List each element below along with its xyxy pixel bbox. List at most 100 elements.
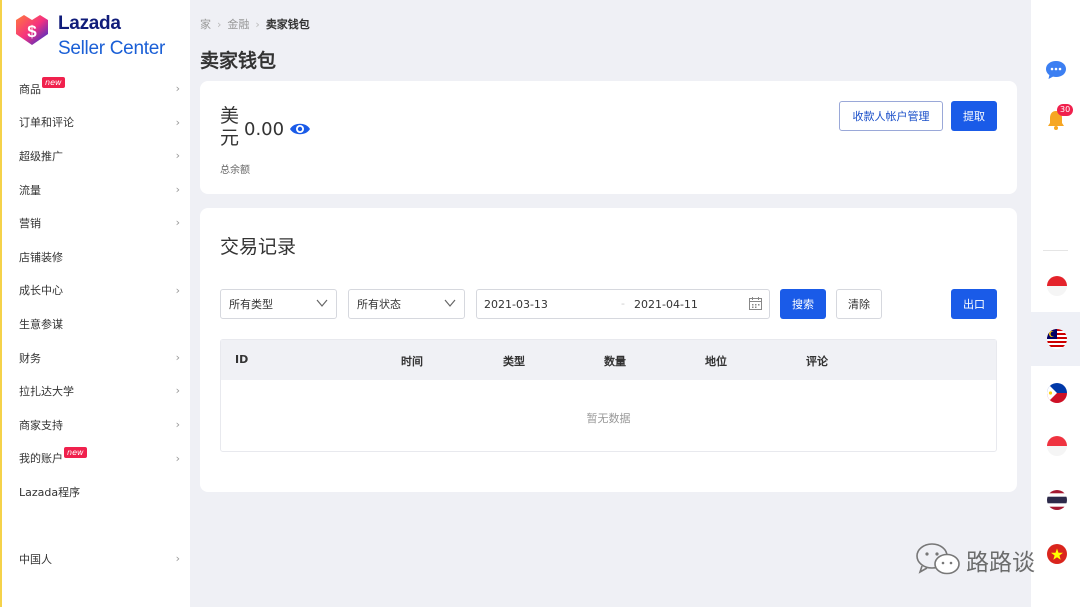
right-rail: 30 <box>1031 0 1080 607</box>
wechat-logo-icon <box>916 543 960 575</box>
chevron-right-icon: › <box>175 417 180 431</box>
sidebar-item-label: Lazada程序 <box>19 485 81 499</box>
chevron-right-icon: › <box>175 82 180 95</box>
chevron-right-icon: › <box>175 216 180 230</box>
brand-name: Lazada <box>58 13 121 34</box>
sidebar: $ Lazada Seller Center 商品 new › 订单和评论 › … <box>0 0 190 607</box>
chevron-right-icon: › <box>175 182 180 196</box>
sidebar-item-label: 商品 <box>19 82 41 96</box>
column-header-status: 地位 <box>705 355 727 368</box>
sidebar-item-marketing[interactable]: 营销 › <box>2 206 192 240</box>
sidebar-item-label: 生意参谋 <box>19 317 63 331</box>
sidebar-item-store-decoration[interactable]: 店铺装修 <box>2 240 192 274</box>
date-end[interactable]: 2021-04-11 <box>634 298 698 311</box>
singapore-flag-icon[interactable] <box>1047 436 1067 456</box>
chevron-right-icon: › <box>175 115 180 129</box>
vietnam-flag-icon[interactable] <box>1047 544 1067 564</box>
column-header-amount: 数量 <box>604 355 626 368</box>
eye-icon[interactable] <box>289 121 311 137</box>
chat-icon[interactable] <box>1044 58 1068 82</box>
date-start[interactable]: 2021-03-13 <box>484 298 548 311</box>
balance-amount: 0.00 <box>244 119 285 140</box>
language-label: 中国人 <box>19 552 52 566</box>
sidebar-item-my-account[interactable]: 我的账户 new › <box>2 442 192 476</box>
date-separator: - <box>621 297 625 310</box>
sidebar-item-seller-support[interactable]: 商家支持 › <box>2 408 192 442</box>
breadcrumb-home[interactable]: 家 <box>200 18 211 31</box>
language-selector[interactable]: 中国人 › <box>2 542 192 576</box>
sidebar-item-label: 营销 <box>19 217 41 231</box>
column-header-id: ID <box>235 353 249 366</box>
calendar-icon[interactable] <box>748 296 763 311</box>
chevron-down-icon <box>316 299 328 307</box>
lazada-heart-icon: $ <box>16 15 48 45</box>
sidebar-item-label: 店铺装修 <box>19 250 63 264</box>
sidebar-item-label: 订单和评论 <box>19 116 74 130</box>
thailand-flag-icon[interactable] <box>1047 490 1067 510</box>
type-select-value: 所有类型 <box>229 298 273 311</box>
watermark-text: 路路谈 <box>966 550 1035 576</box>
sidebar-item-growth-center[interactable]: 成长中心 › <box>2 274 192 308</box>
status-select-value: 所有状态 <box>357 298 401 311</box>
payee-account-button[interactable]: 收款人帐户管理 <box>839 101 943 131</box>
chevron-right-icon: › <box>175 552 180 565</box>
sidebar-item-products[interactable]: 商品 new › <box>2 72 192 106</box>
status-select[interactable]: 所有状态 <box>348 289 465 319</box>
sidebar-item-lazada-programs[interactable]: Lazada程序 <box>2 475 192 509</box>
sidebar-item-label: 成长中心 <box>19 284 63 298</box>
type-select[interactable]: 所有类型 <box>220 289 337 319</box>
export-button[interactable]: 出口 <box>951 289 997 319</box>
balance-card: 美元 0.00 总余额 收款人帐户管理 提取 <box>200 81 1017 194</box>
sidebar-item-label: 流量 <box>19 183 41 197</box>
chevron-right-icon: › <box>175 350 180 364</box>
sidebar-item-label: 财务 <box>19 351 41 365</box>
breadcrumb-current: 卖家钱包 <box>265 18 310 31</box>
transactions-table: ID 时间 类型 数量 地位 评论 暂无数据 <box>220 339 997 452</box>
withdraw-button[interactable]: 提取 <box>951 101 997 131</box>
sidebar-item-sponsored[interactable]: 超级推广 › <box>2 139 192 173</box>
sidebar-menu: 商品 new › 订单和评论 › 超级推广 › 流量 › 营销 › 店铺装修 成… <box>2 72 192 566</box>
breadcrumb-finance[interactable]: 金融 <box>227 18 249 31</box>
balance-currency: 美元 <box>220 105 240 149</box>
indonesia-flag-icon[interactable] <box>1047 276 1067 296</box>
svg-text:$: $ <box>27 22 37 41</box>
table-header: ID 时间 类型 数量 地位 评论 <box>221 340 996 380</box>
date-range-picker[interactable]: 2021-03-13 - 2021-04-11 <box>476 289 770 319</box>
malaysia-flag-icon[interactable] <box>1047 329 1067 349</box>
sidebar-item-label: 超级推广 <box>19 149 63 163</box>
breadcrumb-separator-icon: › <box>217 18 222 31</box>
chevron-right-icon: › <box>175 384 180 398</box>
sidebar-item-university[interactable]: 拉扎达大学 › <box>2 374 192 408</box>
breadcrumb: 家 › 金融 › 卖家钱包 <box>200 16 310 32</box>
column-header-time: 时间 <box>401 355 423 368</box>
rail-divider <box>1043 250 1068 251</box>
chevron-right-icon: › <box>175 149 180 163</box>
new-badge: new <box>64 446 87 458</box>
sidebar-item-orders[interactable]: 订单和评论 › <box>2 106 192 140</box>
brand-subtitle: Seller Center <box>58 38 165 59</box>
chevron-right-icon: › <box>175 451 180 465</box>
transactions-title: 交易记录 <box>220 236 297 258</box>
philippines-flag-icon[interactable] <box>1047 383 1067 403</box>
sidebar-item-label: 商家支持 <box>19 418 63 432</box>
sidebar-item-label: 拉扎达大学 <box>19 385 74 399</box>
sidebar-item-finance[interactable]: 财务 › <box>2 341 192 375</box>
lazada-logo[interactable]: $ Lazada Seller Center <box>14 10 184 66</box>
transactions-card: 交易记录 所有类型 所有状态 2021-03-13 - 2021-04-11 搜… <box>200 208 1017 492</box>
breadcrumb-separator-icon: › <box>255 18 260 31</box>
search-button[interactable]: 搜索 <box>780 289 826 319</box>
chevron-down-icon <box>444 299 456 307</box>
wechat-watermark: 路路谈 <box>912 540 1042 580</box>
clear-button[interactable]: 清除 <box>836 289 882 319</box>
sidebar-item-business-advisor[interactable]: 生意参谋 <box>2 307 192 341</box>
notification-count-badge: 30 <box>1057 104 1074 116</box>
column-header-comment: 评论 <box>806 355 828 368</box>
sidebar-item-traffic[interactable]: 流量 › <box>2 173 192 207</box>
total-balance-label: 总余额 <box>220 165 250 176</box>
empty-state-text: 暂无数据 <box>586 412 631 425</box>
column-header-type: 类型 <box>503 355 525 368</box>
new-badge: new <box>42 77 65 89</box>
sidebar-item-label: 我的账户 <box>19 452 63 466</box>
page-title: 卖家钱包 <box>200 50 277 72</box>
chevron-right-icon: › <box>175 283 180 297</box>
